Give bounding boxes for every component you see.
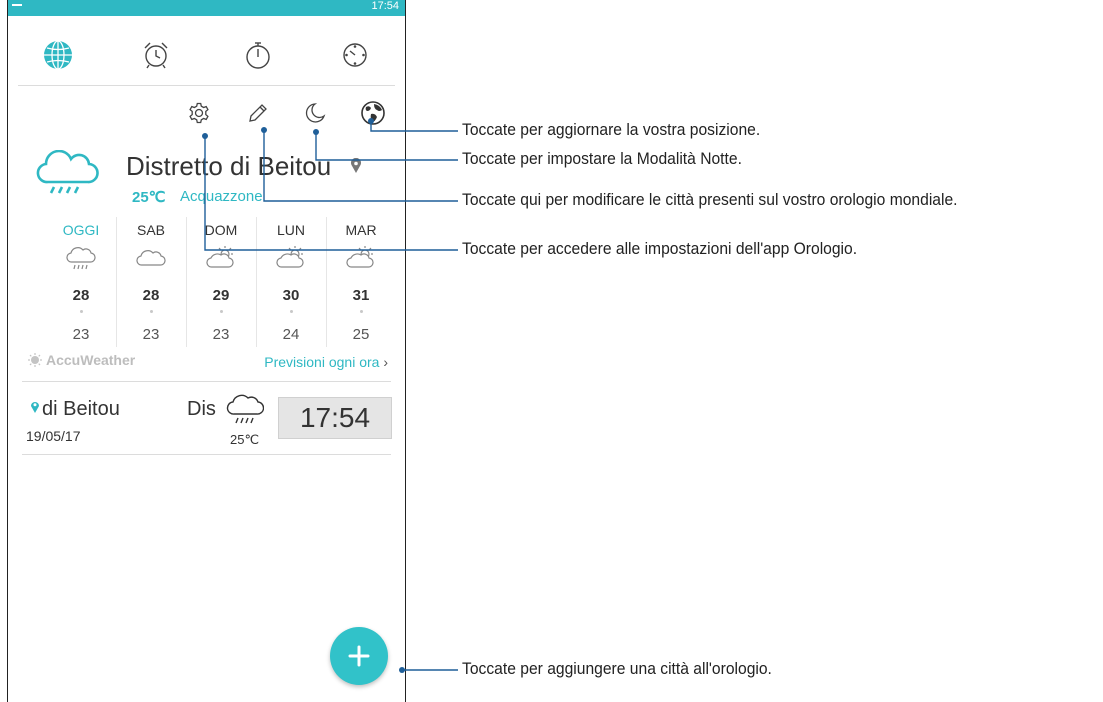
update-location-button[interactable]: [358, 98, 388, 128]
edit-cities-button[interactable]: [243, 98, 273, 128]
current-weather: Distretto di Beitou 25℃ Acquazzone: [36, 148, 396, 208]
forecast-day: SAB 28 23: [116, 215, 186, 347]
alarm-clock-icon: [144, 42, 168, 69]
add-city-button[interactable]: [330, 627, 388, 685]
clock-tabs: [8, 30, 405, 82]
callout-settings: Toccate per accedere alle impostazioni d…: [462, 239, 858, 258]
row-city-name: di Beitou: [42, 398, 120, 420]
provider-name: AccuWeather: [46, 352, 136, 368]
high-temp: 28: [72, 287, 90, 304]
rain-cloud-icon: [66, 247, 96, 270]
current-condition: Acquazzone: [180, 188, 263, 205]
separator-dot: [220, 310, 223, 313]
location-pin-icon: [351, 158, 361, 173]
row-date: 19/05/17: [26, 428, 81, 444]
separator-dot: [360, 310, 363, 313]
row-time: 17:54: [278, 397, 392, 439]
world-clock-row[interactable]: di Beitou Dis 19/05/17 25℃ 17:54: [22, 392, 392, 454]
day-name: LUN: [276, 222, 305, 238]
day-name: MAR: [345, 222, 377, 238]
callout-add-city: Toccate per aggiungere una città all'oro…: [462, 659, 772, 678]
high-temp: 29: [212, 287, 230, 304]
separator-dot: [150, 310, 153, 313]
divider: [22, 381, 391, 382]
sun-icon: [28, 353, 42, 367]
sun-cloud-icon: [346, 246, 374, 268]
stopwatch-icon: [246, 42, 270, 69]
status-bar: 17:54: [8, 0, 405, 16]
row-city-name-truncated: Dis: [187, 398, 216, 420]
divider: [18, 85, 395, 86]
globe-location-icon: [361, 101, 385, 125]
status-time: 17:54: [371, 0, 399, 12]
gear-icon: [189, 102, 209, 124]
forecast-day: DOM 29 23: [186, 215, 256, 347]
tab-world-clock[interactable]: [33, 30, 83, 80]
settings-button[interactable]: [184, 98, 214, 128]
high-temp: 31: [352, 287, 370, 304]
low-temp: 24: [282, 326, 300, 343]
day-name: DOM: [204, 222, 238, 238]
hourly-label: Previsioni ogni ora: [264, 354, 380, 370]
callout-edit-cities: Toccate qui per modificare le città pres…: [462, 190, 958, 209]
high-temp: 28: [142, 287, 160, 304]
rain-cloud-icon: [226, 394, 264, 424]
timer-icon: [343, 43, 367, 67]
chevron-right-icon: ›: [383, 354, 388, 370]
forecast: OGGI 28 23 SAB 28 23 DOM 29 23 LUN 30 24…: [46, 215, 396, 355]
separator-dot: [290, 310, 293, 313]
city-name[interactable]: Distretto di Beitou: [126, 151, 331, 182]
tab-alarm[interactable]: [131, 30, 181, 80]
cloud-icon: [136, 250, 166, 266]
tab-stopwatch[interactable]: [233, 30, 283, 80]
globe-icon: [44, 40, 72, 70]
hourly-forecast-link[interactable]: Previsioni ogni ora ›: [264, 354, 388, 370]
low-temp: 25: [352, 326, 370, 343]
notification-icon: [12, 4, 22, 6]
high-temp: 30: [282, 287, 300, 304]
low-temp: 23: [72, 326, 90, 343]
row-temperature: 25℃: [230, 432, 260, 447]
accuweather-logo[interactable]: AccuWeather: [28, 352, 135, 368]
plus-icon: [348, 645, 370, 667]
callout-night-mode: Toccate per impostare la Modalità Notte.: [462, 149, 742, 168]
divider: [22, 454, 391, 455]
low-temp: 23: [212, 326, 230, 343]
low-temp: 23: [142, 326, 160, 343]
sun-cloud-icon: [206, 246, 234, 268]
pencil-icon: [249, 104, 267, 122]
phone-screen: 17:54 Distretto di Beitou 25℃ Acquazzone…: [7, 0, 406, 702]
night-mode-button[interactable]: [300, 98, 330, 128]
forecast-day: LUN 30 24: [256, 215, 326, 347]
forecast-day: MAR 31 25: [326, 215, 396, 347]
moon-icon: [305, 103, 326, 123]
callout-location: Toccate per aggiornare la vostra posizio…: [462, 120, 761, 139]
day-name: OGGI: [62, 222, 100, 238]
sun-cloud-icon: [276, 246, 304, 268]
tab-timer[interactable]: [330, 30, 380, 80]
separator-dot: [80, 310, 83, 313]
day-name: SAB: [136, 222, 165, 238]
rain-cloud-icon: [36, 150, 99, 194]
current-temperature: 25℃: [132, 189, 166, 206]
forecast-day: OGGI 28 23: [46, 215, 116, 347]
